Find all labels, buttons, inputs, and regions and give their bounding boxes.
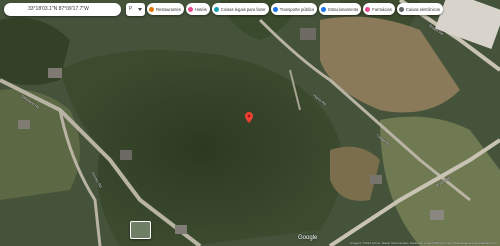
chip-label: Coisas legais para fazer bbox=[220, 6, 266, 12]
chip-restaurants[interactable]: Restaurantes bbox=[147, 3, 184, 15]
hotel-icon bbox=[187, 6, 193, 12]
chip-parking[interactable]: Estacionamento bbox=[319, 3, 362, 15]
map-attribution: Imagens ©2024 Airbus, Maxar Technologies… bbox=[349, 241, 498, 245]
chip-things-to-do[interactable]: Coisas legais para fazer bbox=[211, 3, 269, 15]
chevron-down-icon bbox=[138, 8, 142, 11]
atm-icon bbox=[398, 6, 404, 12]
restaurant-icon bbox=[149, 6, 154, 12]
attraction-icon bbox=[213, 6, 219, 12]
chip-label: Restaurantes bbox=[156, 6, 181, 12]
search-input[interactable]: 33°18'03.1"N 87°09'17.7"W bbox=[4, 3, 121, 16]
transit-icon bbox=[272, 6, 278, 12]
chip-atms[interactable]: Caixas eletrônicos bbox=[396, 3, 444, 15]
satellite-map[interactable] bbox=[0, 0, 500, 246]
layers-toggle-thumbnail[interactable] bbox=[130, 221, 151, 239]
google-logo: Google bbox=[298, 235, 318, 241]
directions-button[interactable]: P bbox=[126, 3, 145, 16]
chip-hotels[interactable]: Hotéis bbox=[185, 3, 210, 15]
parking-icon bbox=[321, 6, 327, 12]
chip-transit[interactable]: Transporte público bbox=[270, 3, 318, 15]
chip-label: Estacionamento bbox=[328, 6, 359, 12]
chip-label: Caixas eletrônicos bbox=[405, 6, 441, 12]
pharmacy-icon bbox=[365, 6, 371, 12]
directions-label: P bbox=[129, 6, 133, 12]
chip-label: Hotéis bbox=[194, 6, 207, 12]
category-chips: Restaurantes Hotéis Coisas legais para f… bbox=[147, 3, 444, 15]
search-value: 33°18'03.1"N 87°09'17.7"W bbox=[28, 6, 89, 12]
chip-label: Transporte público bbox=[279, 6, 315, 12]
location-pin-icon[interactable] bbox=[245, 112, 253, 123]
chip-label: Farmácias bbox=[372, 6, 392, 12]
chip-pharmacies[interactable]: Farmácias bbox=[363, 3, 395, 15]
